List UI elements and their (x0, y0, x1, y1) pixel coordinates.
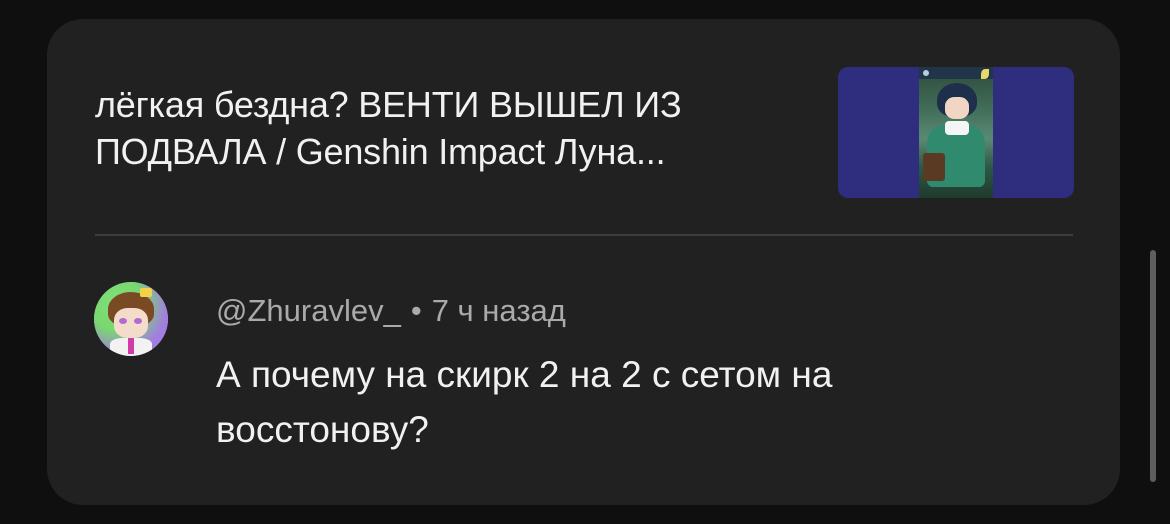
comment-time: 7 ч назад (431, 293, 566, 328)
crown-icon (140, 288, 152, 297)
divider (95, 234, 1073, 236)
comment-card: лёгкая бездна? ВЕНТИ ВЫШЕЛ ИЗ ПОДВАЛА / … (47, 19, 1120, 505)
comment-text: А почему на скирк 2 на 2 с сетом на восс… (216, 354, 833, 450)
scrollbar[interactable] (1150, 250, 1156, 482)
thumbnail-image (919, 67, 993, 198)
avatar[interactable] (94, 282, 168, 356)
comment-author[interactable]: @Zhuravlev_ (216, 293, 401, 328)
comment-meta: @Zhuravlev_ • 7 ч назад (216, 291, 566, 331)
video-thumbnail[interactable] (838, 67, 1074, 198)
meta-separator: • (410, 293, 422, 328)
leaf-icon (981, 69, 989, 79)
video-title[interactable]: лёгкая бездна? ВЕНТИ ВЫШЕЛ ИЗ ПОДВАЛА / … (95, 81, 825, 175)
